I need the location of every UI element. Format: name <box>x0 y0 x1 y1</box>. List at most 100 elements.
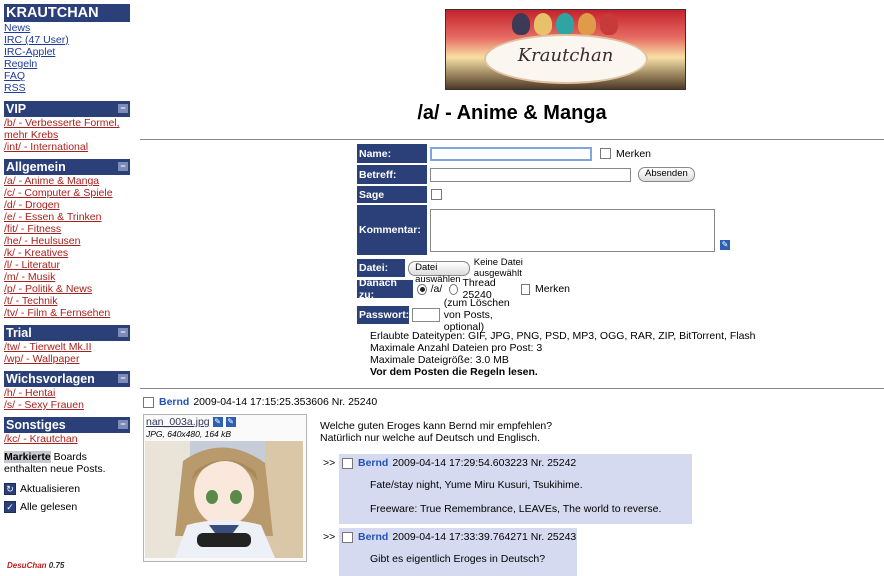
section-sonstiges-header[interactable]: Sonstiges − <box>4 417 130 433</box>
goto-remember-label: Merken <box>534 283 570 295</box>
poster-name: Bernd <box>358 531 389 543</box>
op-thumbnail[interactable] <box>145 441 303 558</box>
subject-input[interactable] <box>430 167 631 182</box>
section-trial-list: /tw/ - Tierwelt Mk.II /wp/ - Wallpaper <box>4 341 132 365</box>
collapse-icon[interactable]: − <box>118 420 128 429</box>
rule-filetypes: Erlaubte Dateitypen: GIF, JPG, PNG, PSD,… <box>370 330 756 342</box>
remember-checkbox[interactable] <box>600 148 611 159</box>
password-label: Passwort: <box>357 306 410 324</box>
edit-image-icon[interactable]: ✎ <box>212 417 223 427</box>
link-regeln[interactable]: Regeln <box>4 58 132 70</box>
board-link[interactable]: /tv/ - Film & Fernsehen <box>4 307 132 319</box>
board-link[interactable]: /a/ - Anime & Manga <box>4 175 132 187</box>
goto-thread-radio[interactable] <box>449 283 459 295</box>
section-allgemein-list: /a/ - Anime & Manga /c/ - Computer & Spi… <box>4 175 132 319</box>
reply-post: Bernd 2009-04-14 17:33:39.764271 Nr. 252… <box>339 528 577 576</box>
board-link[interactable]: /d/ - Drogen <box>4 199 132 211</box>
password-hint: (zum Löschen von Posts, optional) <box>443 297 510 333</box>
file-meta: JPG, 640x480, 164 kB <box>146 429 232 439</box>
comment-textarea[interactable] <box>430 208 715 252</box>
board-banner: Krautchan <box>445 9 686 90</box>
file-row: Datei: Datei auswählen Keine Datei ausge… <box>357 257 541 285</box>
goto-remember-checkbox[interactable] <box>520 283 530 295</box>
poster-name: Bernd <box>159 396 190 408</box>
subject-label: Betreff: <box>357 165 427 184</box>
board-link[interactable]: /t/ - Technik <box>4 295 132 307</box>
board-link[interactable]: /tw/ - Tierwelt Mk.II <box>4 341 132 353</box>
board-link[interactable]: /l/ - Literatur <box>4 259 132 271</box>
post-number[interactable]: Nr. 25242 <box>531 457 577 469</box>
name-row: Name: Merken <box>357 144 651 163</box>
board-link[interactable]: /s/ - Sexy Frauen <box>4 399 132 411</box>
mark-all-read-toggle[interactable]: ✓ Alle gelesen <box>4 500 132 514</box>
sidebar: KRAUTCHAN News IRC (47 User) IRC-Applet … <box>0 0 136 576</box>
post-number[interactable]: Nr. 25243 <box>531 531 577 543</box>
section-vip-header[interactable]: VIP − <box>4 101 130 117</box>
name-input[interactable] <box>430 146 592 161</box>
collapse-icon[interactable]: − <box>118 162 128 171</box>
site-title[interactable]: KRAUTCHAN <box>4 4 130 22</box>
reply-arrow: >> <box>323 531 336 543</box>
chibi-character <box>512 13 530 35</box>
chibi-character <box>578 13 596 35</box>
reply-text: Freeware: True Remembrance, LEAVEs, The … <box>370 503 662 515</box>
anime-girl-illustration <box>145 441 303 558</box>
comment-label: Kommentar: <box>357 205 427 255</box>
board-link[interactable]: /fit/ - Fitness <box>4 223 132 235</box>
sage-checkbox[interactable] <box>431 189 442 200</box>
post-number[interactable]: Nr. 25240 <box>332 396 378 408</box>
section-trial-header[interactable]: Trial − <box>4 325 130 341</box>
poster-name: Bernd <box>358 457 389 469</box>
post-select-checkbox[interactable] <box>342 531 353 543</box>
link-faq[interactable]: FAQ <box>4 70 132 82</box>
checkmark-icon: ✓ <box>4 501 16 513</box>
board-link-b[interactable]: /b/ - Verbesserte Formel, <box>4 117 132 129</box>
edit-icon[interactable]: ✎ <box>720 240 730 250</box>
edit-image-icon[interactable]: ✎ <box>225 417 236 427</box>
board-link[interactable]: /kc/ - Krautchan <box>4 433 132 445</box>
refresh-toggle[interactable]: ↻ Aktualisieren <box>4 482 132 496</box>
section-allgemein-header[interactable]: Allgemein − <box>4 159 130 175</box>
board-link[interactable]: /p/ - Politik & News <box>4 283 132 295</box>
chibi-character <box>600 13 618 35</box>
collapse-icon[interactable]: − <box>118 374 128 383</box>
goto-board-label: /a/ <box>430 283 443 295</box>
board-link[interactable]: /c/ - Computer & Spiele <box>4 187 132 199</box>
board-link[interactable]: /wp/ - Wallpaper <box>4 353 132 365</box>
banner-text: Krautchan <box>517 45 614 66</box>
sage-row: Sage <box>357 186 447 203</box>
reply-post: Bernd 2009-04-14 17:29:54.603223 Nr. 252… <box>339 454 692 524</box>
reply-text: Fate/stay night, Yume Miru Kusuri, Tsuki… <box>370 479 583 491</box>
post-select-checkbox[interactable] <box>143 396 154 408</box>
collapse-icon[interactable]: − <box>118 328 128 337</box>
posting-rules: Erlaubte Dateitypen: GIF, JPG, PNG, PSD,… <box>370 330 756 378</box>
section-vip-list: /b/ - Verbesserte Formel, mehr Krebs /in… <box>4 117 132 153</box>
comment-row: Kommentar: ✎ <box>357 205 730 255</box>
board-link-b-cont[interactable]: mehr Krebs <box>4 129 132 141</box>
refresh-icon: ↻ <box>4 483 16 495</box>
collapse-icon[interactable]: − <box>118 104 128 113</box>
board-link[interactable]: /m/ - Musik <box>4 271 132 283</box>
password-input[interactable] <box>412 308 440 322</box>
section-wichsvorlagen-header[interactable]: Wichsvorlagen − <box>4 371 130 387</box>
link-rss[interactable]: RSS <box>4 82 132 94</box>
link-irc-applet[interactable]: IRC-Applet <box>4 46 132 58</box>
rule-max-files: Maximale Anzahl Dateien pro Post: 3 <box>370 342 543 354</box>
file-link[interactable]: nan_003a.jpg <box>146 416 210 428</box>
board-link[interactable]: /he/ - Heulsusen <box>4 235 132 247</box>
post-date: 2009-04-14 17:15:25.353606 <box>193 396 329 408</box>
chibi-character <box>534 13 552 35</box>
board-link[interactable]: /h/ - Hentai <box>4 387 132 399</box>
board-link[interactable]: /e/ - Essen & Trinken <box>4 211 132 223</box>
goto-board-radio[interactable] <box>417 283 427 295</box>
submit-button[interactable]: Absenden <box>638 167 695 182</box>
file-choose-button[interactable]: Datei auswählen <box>408 260 470 285</box>
op-file-info: nan_003a.jpg ✎ ✎ <box>146 416 236 428</box>
link-news[interactable]: News <box>4 22 132 34</box>
op-post-text: Welche guten Eroges kann Bernd mir empfe… <box>320 420 553 444</box>
board-link[interactable]: /k/ - Kreatives <box>4 247 132 259</box>
section-sonstiges-list: /kc/ - Krautchan <box>4 433 132 445</box>
link-irc[interactable]: IRC (47 User) <box>4 34 132 46</box>
board-link-int[interactable]: /int/ - International <box>4 141 132 153</box>
post-select-checkbox[interactable] <box>342 457 353 469</box>
